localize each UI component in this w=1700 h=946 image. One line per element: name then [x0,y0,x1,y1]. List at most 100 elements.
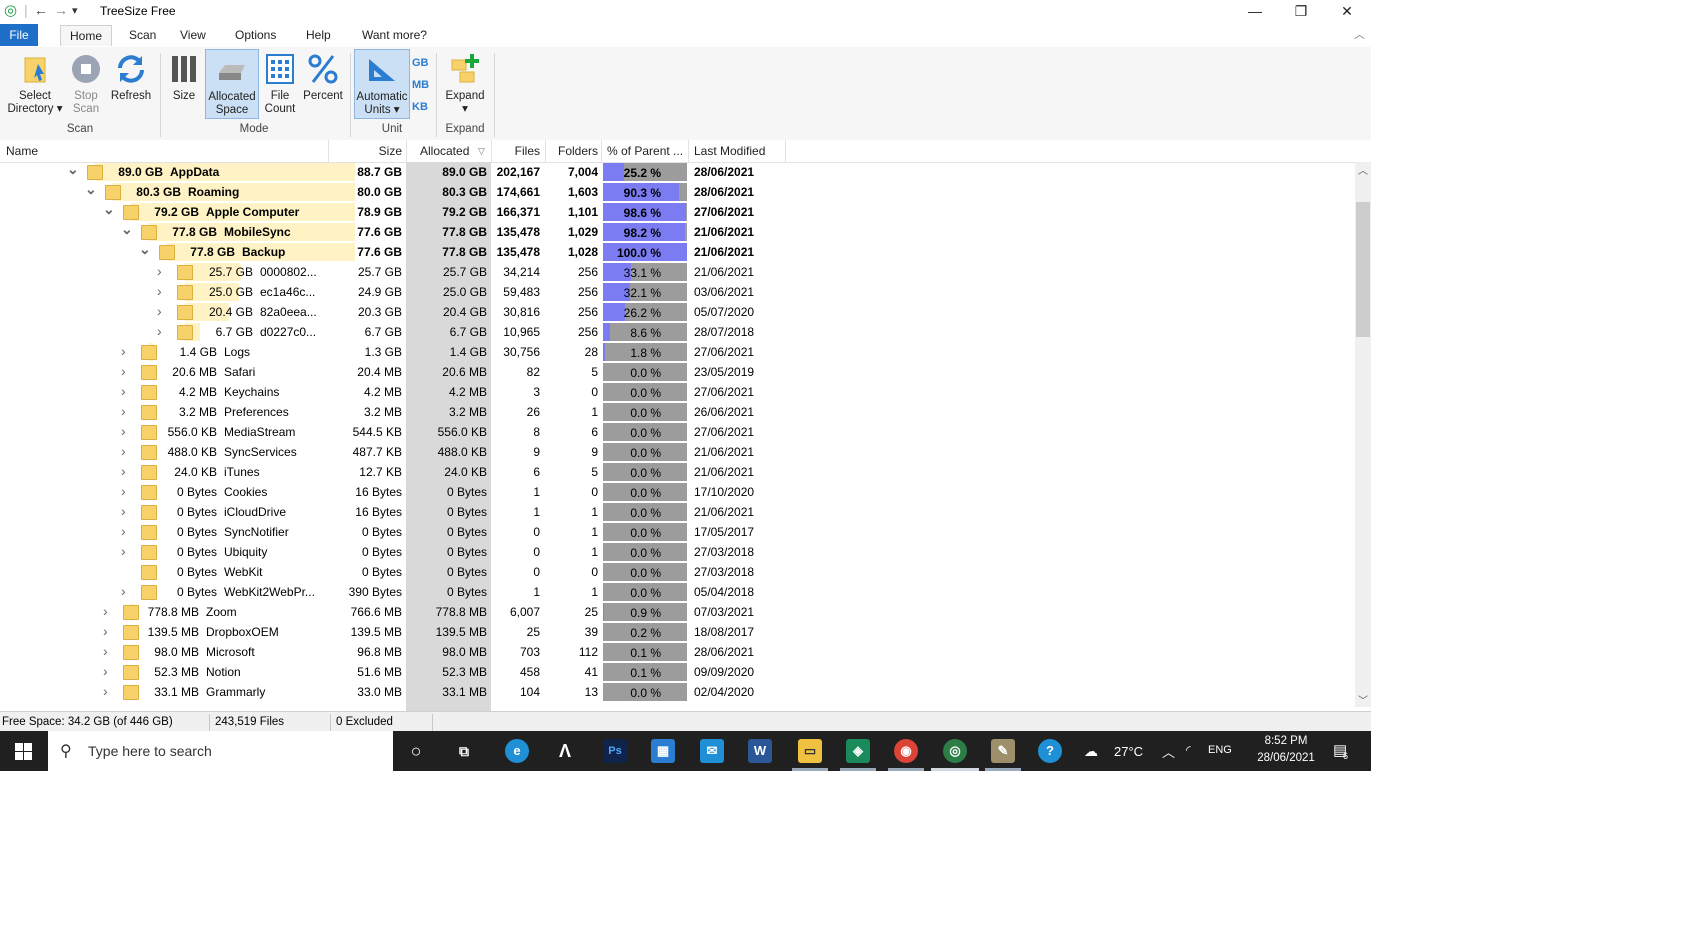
tree-row[interactable]: › 25.0 GB ec1a46c... 24.9 GB 25.0 GB 59,483 25… [0,282,1355,302]
tab-scan[interactable]: Scan [120,25,165,45]
collapse-chevron-icon[interactable]: ⌄ [139,241,151,258]
expand-chevron-icon[interactable]: › [157,303,162,319]
row-name[interactable]: Notion [206,665,241,679]
tree-row[interactable]: › 98.0 MB Microsoft 96.8 MB 98.0 MB 703 112 0.1… [0,642,1355,662]
row-name[interactable]: WebKit2WebPr... [224,585,315,599]
percent-button[interactable]: Percent [301,49,345,117]
unit-mb-button[interactable]: MB [412,79,429,91]
clock-date[interactable]: 28/06/2021 [1250,752,1322,764]
expand-chevron-icon[interactable]: › [103,623,108,639]
tree-row[interactable]: › 0 Bytes Cookies 16 Bytes 0 Bytes 1 0 0.0 % 17/… [0,482,1355,502]
expand-chevron-icon[interactable]: › [121,463,126,479]
expand-chevron-icon[interactable]: › [121,383,126,399]
header-allocated[interactable]: Allocated [420,144,469,158]
collapse-chevron-icon[interactable]: ⌄ [103,201,115,218]
row-name[interactable]: SyncServices [224,445,297,459]
automatic-units-button[interactable]: Automatic Units ▾ [354,49,410,119]
header-separator[interactable] [785,140,786,162]
chrome-icon[interactable]: ◉ [894,739,918,763]
tree-row[interactable]: ⌄ 89.0 GB AppData 88.7 GB 89.0 GB 202,167 7,00… [0,162,1355,182]
tree-row[interactable]: ⌄ 79.2 GB Apple Computer 78.9 GB 79.2 GB 166,… [0,201,1355,222]
tree-row[interactable]: › 0 Bytes SyncNotifier 0 Bytes 0 Bytes 0 1 0.0 … [0,522,1355,542]
row-name[interactable]: Preferences [224,405,289,419]
row-name[interactable]: DropboxOEM [206,625,279,639]
tree-row[interactable]: › 3.2 MB Preferences 3.2 MB 3.2 MB 26 1 0.0 % 26… [0,402,1355,422]
unit-gb-button[interactable]: GB [412,57,429,69]
select-directory-button[interactable]: Select Directory ▾ [4,49,66,117]
expand-chevron-icon[interactable]: › [121,363,126,379]
expand-chevron-icon[interactable]: › [121,443,126,459]
tab-want-more[interactable]: Want more? [353,25,436,45]
row-name[interactable]: Backup [242,245,285,259]
size-mode-button[interactable]: Size [166,49,202,117]
header-size[interactable]: Size [330,144,402,158]
paint-icon[interactable]: ✎ [991,739,1015,763]
collapse-chevron-icon[interactable]: ⌄ [85,181,97,198]
row-name[interactable]: Cookies [224,485,267,499]
expand-chevron-icon[interactable]: › [103,603,108,619]
scrollbar-thumb[interactable] [1356,202,1370,337]
forward-arrow-icon[interactable]: → [54,2,68,18]
tree-row[interactable]: › 0 Bytes WebKit2WebPr... 390 Bytes 0 Bytes 1… [0,582,1355,602]
tree-row[interactable]: › 24.0 KB iTunes 12.7 KB 24.0 KB 6 5 0.0 % 21/06… [0,462,1355,482]
restore-button[interactable]: ❐ [1278,0,1324,22]
expand-chevron-icon[interactable]: › [121,423,126,439]
file-count-button[interactable]: File Count [260,49,300,117]
expand-chevron-icon[interactable]: › [157,283,162,299]
tree-grid[interactable]: ⌄ 89.0 GB AppData 88.7 GB 89.0 GB 202,167 7,00… [0,162,1355,712]
tree-row[interactable]: › 778.8 MB Zoom 766.6 MB 778.8 MB 6,007 25 0.9 … [0,602,1355,622]
header-folders[interactable]: Folders [546,144,598,158]
file-explorer-icon[interactable]: ▭ [798,739,822,763]
help-icon[interactable]: ? [1038,739,1062,763]
header-separator[interactable] [406,140,407,162]
tree-row[interactable]: › 25.7 GB 0000802... 25.7 GB 25.7 GB 34,214 25… [0,262,1355,282]
tab-file[interactable]: File [0,24,38,46]
scroll-down-icon[interactable]: ﹀ [1358,692,1368,707]
tree-row[interactable]: › 488.0 KB SyncServices 487.7 KB 488.0 KB 9 9 0… [0,442,1355,462]
treesize-taskbar-icon[interactable]: ◎ [943,739,967,763]
row-name[interactable]: Safari [224,365,255,379]
tree-row[interactable]: › 52.3 MB Notion 51.6 MB 52.3 MB 458 41 0.1 % 09… [0,662,1355,682]
network-icon[interactable]: ◜ [1186,743,1191,757]
row-name[interactable]: 82a0eea... [260,305,317,319]
expand-chevron-icon[interactable]: › [121,523,126,539]
close-button[interactable]: ✕ [1324,0,1370,22]
tree-row[interactable]: › 139.5 MB DropboxOEM 139.5 MB 139.5 MB 25 39 0… [0,622,1355,642]
expand-chevron-icon[interactable]: › [121,543,126,559]
clock-time[interactable]: 8:52 PM [1256,735,1316,747]
tab-view[interactable]: View [171,25,215,45]
unit-kb-button[interactable]: KB [412,101,428,113]
row-name[interactable]: Grammarly [206,685,265,699]
cortana-icon[interactable]: ○ [404,739,428,763]
expand-chevron-icon[interactable]: › [121,343,126,359]
tab-home[interactable]: Home [60,25,113,46]
row-name[interactable]: Ubiquity [224,545,267,559]
taskbar-search-box[interactable]: ⚲ Type here to search [48,731,393,771]
row-name[interactable]: Apple Computer [206,205,299,219]
store-icon[interactable]: ▦ [651,739,675,763]
header-separator[interactable] [688,140,689,162]
row-name[interactable]: MobileSync [224,225,291,239]
row-name[interactable]: Keychains [224,385,279,399]
header-files[interactable]: Files [492,144,540,158]
task-view-icon[interactable]: ⧉ [452,739,476,763]
minimize-button[interactable]: — [1232,0,1278,22]
row-name[interactable]: 0000802... [260,265,317,279]
tree-row[interactable]: › 0 Bytes Ubiquity 0 Bytes 0 Bytes 0 1 0.0 % 27/… [0,542,1355,562]
header-name[interactable]: Name [6,144,38,158]
header-last-modified[interactable]: Last Modified [694,144,765,158]
tree-row[interactable]: › 556.0 KB MediaStream 544.5 KB 556.0 KB 8 6 0.… [0,422,1355,442]
refresh-button[interactable]: Refresh [108,49,154,117]
tree-row[interactable]: › 33.1 MB Grammarly 33.0 MB 33.1 MB 104 13 0.0 … [0,682,1355,702]
tree-row[interactable]: › 20.6 MB Safari 20.4 MB 20.6 MB 82 5 0.0 % 23/0… [0,362,1355,382]
row-name[interactable]: Logs [224,345,250,359]
tree-row[interactable]: › 1.4 GB Logs 1.3 GB 1.4 GB 30,756 28 1.8 % 27/0… [0,342,1355,362]
stop-scan-button[interactable]: Stop Scan [68,49,104,117]
quick-access-dropdown-icon[interactable]: ▾ [72,4,78,17]
photoshop-icon[interactable]: Ps [603,739,627,763]
collapse-chevron-icon[interactable]: ⌄ [121,221,133,238]
expand-button[interactable]: Expand ▾ [442,49,488,117]
row-name[interactable]: Roaming [188,185,239,199]
row-name[interactable]: Zoom [206,605,237,619]
expand-chevron-icon[interactable]: › [103,683,108,699]
